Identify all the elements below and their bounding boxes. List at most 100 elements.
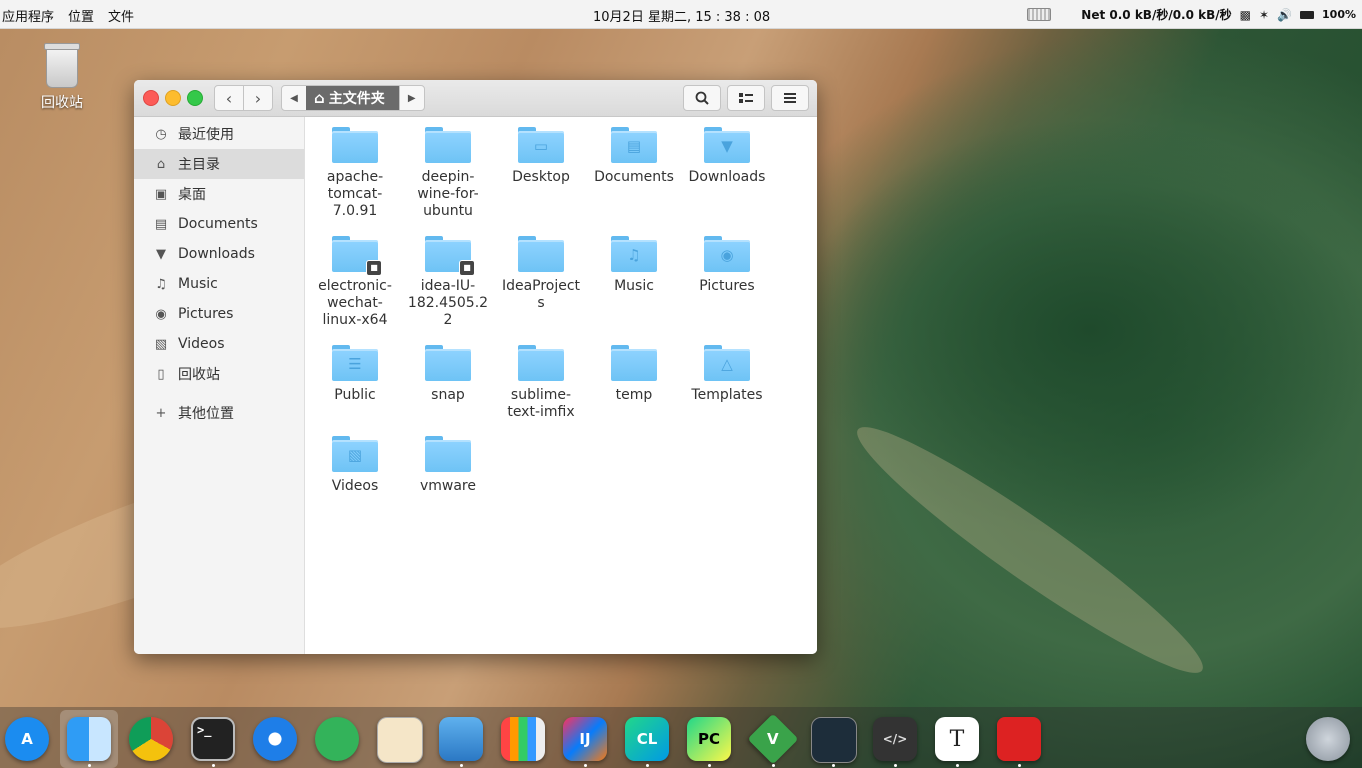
dock-app-chrome[interactable] [129, 717, 173, 761]
folder-item[interactable]: ▼ Downloads [682, 127, 772, 186]
dock-app-label: >_ [197, 723, 212, 737]
sidebar-item-recent[interactable]: ◷ 最近使用 [134, 119, 304, 149]
lock-icon: ■ [459, 260, 475, 276]
dock-app-netease-music[interactable] [997, 717, 1041, 761]
dock-app-vim[interactable]: V [747, 713, 799, 765]
folder-item[interactable]: snap [403, 345, 493, 404]
dock-app-telegram[interactable] [315, 717, 359, 761]
folder-label: Desktop [512, 169, 570, 185]
dock-app-keynote[interactable] [439, 717, 483, 761]
bluetooth-icon[interactable]: ✶ [1259, 8, 1269, 22]
folder-item[interactable]: ◉ Pictures [682, 236, 772, 295]
folder-label: Templates [691, 387, 763, 403]
minimize-button[interactable] [165, 90, 181, 106]
panel-clock[interactable]: 10月2日 星期二, 15 : 38 : 08 [593, 6, 770, 25]
folder-item[interactable]: ■ electronic-wechat-linux-x64 [310, 236, 400, 329]
desktop-trash[interactable]: 回收站 [32, 43, 92, 112]
folder-icon: ■ [332, 236, 382, 276]
back-button[interactable]: ‹ [215, 86, 243, 110]
folder-icon: ♫ [611, 236, 657, 272]
folder-item[interactable]: ■ idea-IU- 182.4505.2 2 [403, 236, 493, 329]
folder-icon: ◉ [704, 236, 750, 272]
search-button[interactable] [683, 85, 721, 111]
dock-app-pycharm[interactable]: PC [687, 717, 731, 761]
menu-files[interactable]: 文件 [108, 6, 134, 25]
folder-item[interactable]: ▧ Videos [310, 436, 400, 495]
dock-app-finder[interactable] [67, 717, 111, 761]
close-button[interactable] [143, 90, 159, 106]
dock-app-deepin-browser[interactable] [253, 717, 297, 761]
network-icon[interactable]: ▩ [1240, 8, 1251, 22]
sidebar-item-trash[interactable]: ▯ 回收站 [134, 359, 304, 389]
sidebar-item-music[interactable]: ♫ Music [134, 269, 304, 299]
view-mode-button[interactable] [727, 85, 765, 111]
sidebar-item-label: Music [178, 276, 218, 292]
folder-icon [332, 127, 378, 163]
folder-label: Downloads [688, 169, 766, 185]
folder-icon: △ [704, 345, 750, 381]
battery-percent: 100% [1322, 8, 1356, 21]
folder-item[interactable]: vmware [403, 436, 493, 495]
trash-icon [44, 43, 80, 88]
sidebar-item-other-locations[interactable]: + 其他位置 [134, 398, 304, 428]
folder-item[interactable]: deepin-wine-for-ubuntu [403, 127, 493, 220]
dock-app-typora[interactable]: T [935, 717, 979, 761]
battery-icon[interactable] [1300, 10, 1315, 19]
sidebar-item-pictures[interactable]: ◉ Pictures [134, 299, 304, 329]
sidebar-item-label: 主目录 [178, 157, 220, 173]
dock-app-clion[interactable]: CL [625, 717, 669, 761]
running-indicator [956, 764, 959, 767]
running-indicator [832, 764, 835, 767]
sidebar-item-videos[interactable]: ▧ Videos [134, 329, 304, 359]
folder-label: text-imfix [507, 404, 575, 420]
sidebar-item-downloads[interactable]: ▼ Downloads [134, 239, 304, 269]
folder-label: 2 [443, 312, 453, 328]
folder-item[interactable]: IdeaProject s [496, 236, 586, 312]
home-icon: ⌂ [314, 89, 325, 107]
sidebar-item-label: 其他位置 [178, 406, 234, 422]
keyboard-icon[interactable] [1027, 8, 1052, 21]
breadcrumb: ◀ ⌂ 主文件夹 ▶ [281, 85, 425, 111]
dock-app-launchpad[interactable] [1306, 717, 1350, 761]
sidebar-item-desktop[interactable]: ▣ 桌面 [134, 179, 304, 209]
folder-item[interactable]: ☰ Public [310, 345, 400, 404]
folder-item[interactable]: △ Templates [682, 345, 772, 404]
maximize-button[interactable] [187, 90, 203, 106]
sidebar-item-label: 桌面 [178, 187, 206, 203]
sidebar-item-label: Downloads [178, 246, 255, 262]
folder-item[interactable]: ▤ Documents [589, 127, 679, 186]
folder-item[interactable]: temp [589, 345, 679, 404]
menu-applications[interactable]: 应用程序 [2, 6, 54, 25]
dock-app-system-monitor[interactable] [811, 717, 857, 763]
forward-button[interactable]: › [243, 86, 272, 110]
dock-app-text-editor[interactable] [377, 717, 423, 763]
dock-app-intellij-idea[interactable]: IJ [563, 717, 607, 761]
network-speed[interactable]: Net 0.0 kB/秒/0.0 kB/秒 [1081, 6, 1231, 23]
volume-icon[interactable]: 🔊 [1277, 8, 1292, 22]
breadcrumb-current[interactable]: ⌂ 主文件夹 [306, 86, 399, 110]
sidebar-item-home[interactable]: ⌂ 主目录 [134, 149, 304, 179]
dock: A >_ IJ CL PC V </> T [0, 707, 1362, 768]
dock-app-app-store[interactable]: A [5, 717, 49, 761]
running-indicator [646, 764, 649, 767]
folder-label: wine-for- [417, 186, 479, 202]
folder-item[interactable]: ▭ Desktop [496, 127, 586, 186]
folder-item[interactable]: sublime-text-imfix [496, 345, 586, 421]
menu-button[interactable] [771, 85, 809, 111]
dock-app-label: PC [697, 730, 720, 748]
breadcrumb-right-arrow-icon[interactable]: ▶ [398, 86, 424, 110]
dock-app-sublime-text[interactable]: </> [873, 717, 917, 761]
file-manager-window: ‹ › ◀ ⌂ 主文件夹 ▶ ◷ 最近使用 ⌂ 主目录 ▣ 桌面 ▤ Documents… [134, 80, 817, 654]
folder-label: linux-x64 [322, 312, 388, 328]
folder-icon: ▤ [611, 127, 657, 163]
hamburger-icon [784, 93, 796, 103]
dock-app-numbers[interactable] [501, 717, 545, 761]
dock-app-terminal[interactable]: >_ [191, 717, 235, 761]
menu-places[interactable]: 位置 [68, 6, 94, 25]
folder-item[interactable]: ♫ Music [589, 236, 679, 295]
breadcrumb-left-arrow-icon[interactable]: ◀ [282, 86, 306, 110]
sidebar-item-label: Videos [178, 336, 225, 352]
folder-item[interactable]: apache-tomcat- 7.0.91 [310, 127, 400, 220]
folder-label: temp [615, 387, 653, 403]
sidebar-item-documents[interactable]: ▤ Documents [134, 209, 304, 239]
